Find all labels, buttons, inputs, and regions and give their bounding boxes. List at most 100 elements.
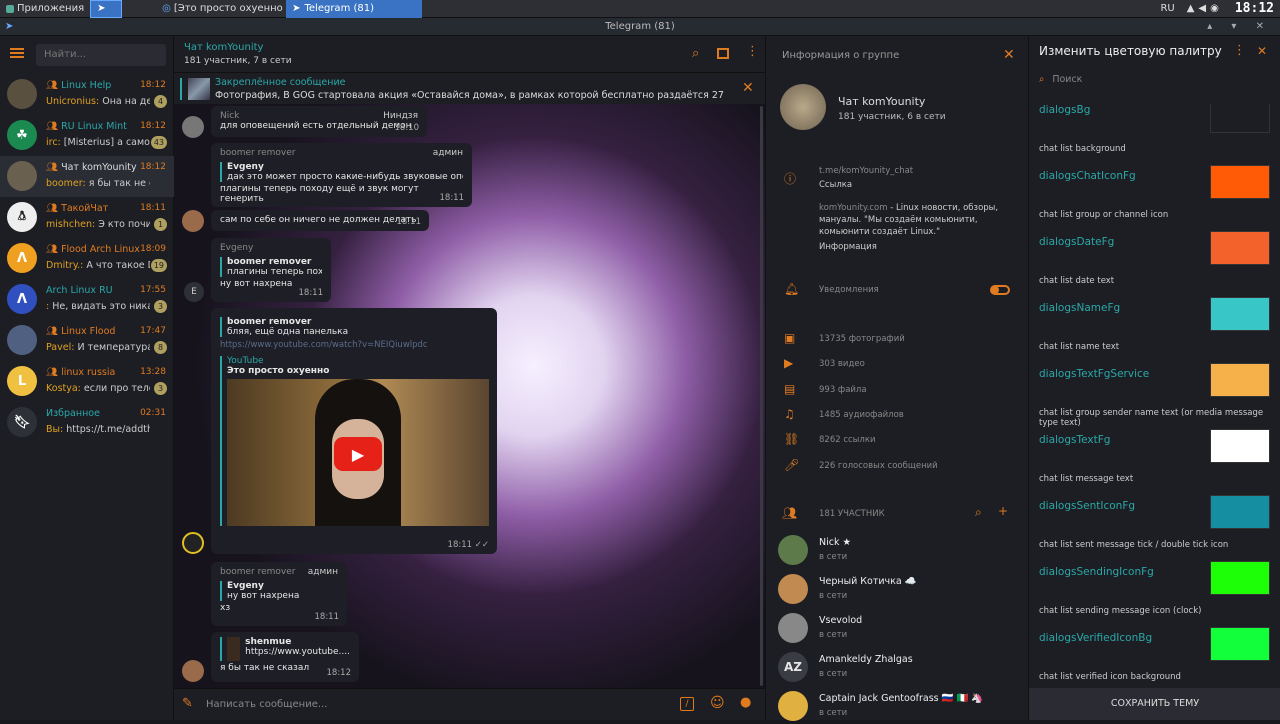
close-pinned-icon[interactable]: ✕ (742, 81, 754, 95)
message-bubble[interactable]: Evgeny boomer remover плагины теперь пох… (211, 238, 331, 302)
attach-icon[interactable]: ✎ (182, 696, 193, 711)
color-swatch[interactable] (1210, 104, 1270, 133)
apps-menu-button[interactable]: Приложения (0, 0, 90, 18)
close-palette-icon[interactable]: ✕ (1257, 44, 1267, 58)
link-preview[interactable]: YouTube Это просто охуенно ▶ (220, 356, 488, 526)
color-swatch[interactable] (1210, 429, 1270, 463)
member-row[interactable]: Черный Котичка ☁️в сети (778, 571, 1018, 607)
workspace-1-button[interactable]: ➤ (90, 0, 122, 18)
member-row[interactable]: AZAmankeldy Zhalgasв сети (778, 649, 1018, 685)
window-titlebar[interactable]: ➤ Telegram (81) ▴ ▾ ✕ (0, 18, 1280, 36)
chat-list-item[interactable]: 👥︎Чат komYounity18:12boomer: я бы так не… (0, 156, 174, 197)
video-thumbnail[interactable]: ▶ (227, 379, 489, 526)
chat-list-item[interactable]: 🔖︎Избранное02:31Вы: https://t.me/addthem… (0, 402, 174, 443)
tray-upload-icon[interactable]: ▲ (1187, 3, 1195, 14)
palette-entry[interactable]: dialogsSentIconFgchat list sent message … (1039, 500, 1271, 566)
chat-header[interactable]: Чат komYounity 181 участник, 7 в сети ⌕ … (174, 36, 765, 72)
chat-list-item[interactable]: 🐧︎👥︎ТакойЧат18:11mishchen: Э кто почист.… (0, 197, 174, 238)
chat-list-item[interactable]: L👥︎linux russia13:28Kostya: если про тел… (0, 361, 174, 402)
chat-list-item[interactable]: 👥︎Linux Flood17:47Pavel: И температура 3… (0, 320, 174, 361)
workspace-2-button[interactable] (122, 0, 156, 18)
message-link[interactable]: https://www.youtube.com/watch?v=NEIQiuwl… (220, 340, 488, 350)
tray-volume-icon[interactable]: ◀ (1198, 3, 1206, 14)
bot-command-icon[interactable]: / (680, 697, 694, 711)
telegram-task-button[interactable]: ➤Telegram (81) (286, 0, 422, 18)
chat-scrollbar[interactable] (760, 106, 763, 686)
color-swatch[interactable] (1210, 561, 1270, 595)
chat-name-text: Linux Flood (61, 326, 115, 337)
emoji-icon[interactable]: ☺ (710, 695, 725, 711)
chat-title[interactable]: Чат komYounity (184, 42, 263, 53)
color-swatch[interactable] (1210, 231, 1270, 265)
palette-entry[interactable]: dialogsDateFgchat list date text (1039, 236, 1271, 302)
message-bubble[interactable]: shenmue https://www.youtube.... я бы так… (211, 632, 359, 682)
youtube-task-button[interactable]: ◎[Это просто охуенно - Y... (156, 0, 286, 18)
reply-quote[interactable]: boomer remover бляя, ещё одна панелька (220, 317, 488, 337)
color-swatch[interactable] (1210, 165, 1270, 199)
hamburger-menu-icon[interactable] (10, 48, 24, 58)
message-bubble[interactable]: сам по себе он ничего не должен делать 1… (211, 210, 429, 231)
color-swatch[interactable] (1210, 363, 1270, 397)
reply-quote[interactable]: boomer remover плагины теперь пох... (220, 257, 322, 277)
keyboard-layout-indicator[interactable]: RU (1154, 0, 1180, 18)
palette-entry[interactable]: dialogsSendingIconFgchat list sending me… (1039, 566, 1271, 632)
search-icon[interactable]: ⌕ (692, 46, 699, 61)
group-avatar[interactable] (780, 84, 826, 130)
avatar-evgeny[interactable]: E (184, 282, 204, 302)
reply-quote[interactable]: Evgeny ну вот нахрена (220, 581, 338, 601)
palette-entry[interactable]: dialogsTextFgchat list message text (1039, 434, 1271, 500)
search-members-icon[interactable]: ⌕ (975, 505, 982, 520)
avatar-boomer-remover[interactable] (182, 660, 204, 682)
shared-media-row[interactable]: 993 файла (819, 385, 867, 395)
message-sender[interactable]: boomer remover (220, 148, 463, 158)
chat-list-item[interactable]: ΛArch Linux RU17:55: Не, видать это ника… (0, 279, 174, 320)
shared-media-row[interactable]: 13735 фотографий (819, 334, 905, 344)
clock[interactable]: 18:12 (1229, 0, 1280, 18)
pinned-message-bar[interactable]: Закреплённое сообщение Фотография, В GOG… (174, 72, 765, 104)
avatar-boomer-remover[interactable] (182, 210, 204, 232)
chat-list-item[interactable]: Λ👥︎Flood Arch Linux ...18:09Dmitry.: А ч… (0, 238, 174, 279)
palette-entry[interactable]: dialogsNameFgchat list name text (1039, 302, 1271, 368)
description-site-link[interactable]: komYounity.com (819, 203, 888, 213)
notifications-toggle[interactable] (990, 285, 1010, 295)
palette-entry[interactable]: dialogsVerifiedIconBgchat list verified … (1039, 632, 1271, 688)
shared-media-row[interactable]: 8262 ссылки (819, 435, 875, 445)
message-bubble[interactable]: Nick Ниндзя для оповещений есть отдельны… (211, 106, 427, 137)
more-menu-icon[interactable]: ⋮ (746, 44, 759, 59)
palette-search-input[interactable]: ⌕Поиск (1039, 74, 1082, 85)
shared-media-row[interactable]: 226 голосовых сообщений (819, 461, 938, 471)
message-bubble[interactable]: boomer remover бляя, ещё одна панелька h… (211, 308, 497, 554)
member-row[interactable]: Captain Jack Gentoofrass 🇷🇺 🇮🇹 🦄в сети (778, 688, 1018, 724)
shared-media-row[interactable]: 1485 аудиофайлов (819, 410, 904, 420)
message-input[interactable]: Написать сообщение... (206, 699, 327, 710)
message-bubble[interactable]: boomer remover админ Evgeny дак это може… (211, 143, 472, 207)
group-link[interactable]: t.me/komYounity_chat (819, 166, 913, 176)
sidebar-toggle-icon[interactable] (717, 48, 729, 59)
palette-entry[interactable]: dialogsChatIconFgchat list group or chan… (1039, 170, 1271, 236)
color-swatch[interactable] (1210, 297, 1270, 331)
close-info-icon[interactable]: ✕ (1003, 48, 1015, 62)
avatar-user[interactable] (182, 532, 204, 554)
tray-network-icon[interactable]: ◉ (1210, 3, 1219, 14)
reply-quote[interactable]: shenmue https://www.youtube.... (220, 637, 350, 661)
save-theme-button[interactable]: СОХРАНИТЬ ТЕМУ (1029, 688, 1280, 720)
window-controls[interactable]: ▴ ▾ ✕ (1207, 18, 1272, 36)
message-bubble[interactable]: boomer remover админ Evgeny ну вот нахре… (211, 562, 347, 626)
chat-list-item[interactable]: ☘👥︎RU Linux Mint18:12irc: [Misterius] а … (0, 115, 174, 156)
shared-media-row[interactable]: 303 видео (819, 359, 865, 369)
palette-menu-icon[interactable]: ⋮ (1233, 43, 1246, 58)
chat-search-input[interactable]: Найти... (36, 44, 166, 66)
palette-entry[interactable]: dialogsTextFgServicechat list group send… (1039, 368, 1271, 434)
avatar-nick[interactable] (182, 116, 204, 138)
youtube-play-icon[interactable]: ▶ (334, 437, 382, 471)
color-swatch[interactable] (1210, 495, 1270, 529)
add-member-icon[interactable]: + (998, 504, 1008, 518)
chat-list-item[interactable]: 👥︎Linux Help18:12Unicronius: Она на деб.… (0, 74, 174, 115)
message-sender[interactable]: Evgeny (220, 243, 322, 253)
palette-entry[interactable]: dialogsBgchat list background (1039, 104, 1271, 170)
color-swatch[interactable] (1210, 627, 1270, 661)
microphone-icon[interactable]: ● (740, 695, 751, 710)
member-row[interactable]: Vsevolodв сети (778, 610, 1018, 646)
reply-quote[interactable]: Evgeny дак это может просто какие-нибудь… (220, 162, 463, 182)
member-row[interactable]: Nick ★в сети (778, 532, 1018, 568)
